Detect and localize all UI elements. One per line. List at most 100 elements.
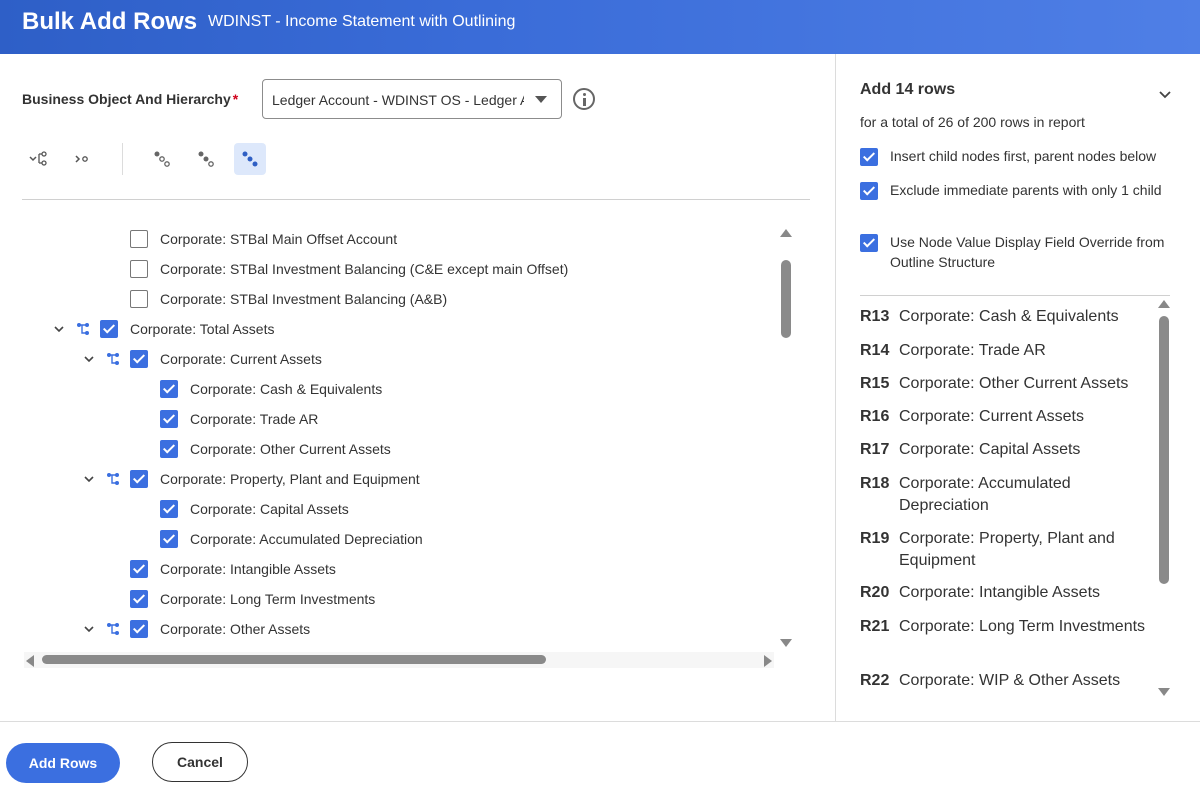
hierarchy-icon[interactable]	[106, 472, 120, 486]
rows-vertical-scrollbar[interactable]	[1156, 298, 1172, 698]
row-name: Corporate: Cash & Equivalents	[899, 308, 1119, 325]
checkbox[interactable]	[160, 530, 178, 548]
checkbox[interactable]	[130, 350, 148, 368]
checkbox[interactable]	[160, 440, 178, 458]
info-icon[interactable]	[573, 88, 595, 110]
tree-row[interactable]: Corporate: Cash & Equivalents	[22, 374, 777, 404]
checkbox[interactable]	[860, 182, 878, 200]
row-name: Corporate: Current Assets	[899, 408, 1084, 425]
business-object-label-text: Business Object And Hierarchy	[22, 91, 231, 107]
tree-vertical-scrollbar[interactable]	[778, 226, 794, 652]
tree-row[interactable]: Corporate: WIP & Other Assets	[22, 644, 777, 650]
tree-row-label: Corporate: Property, Plant and Equipment	[160, 471, 420, 487]
page-title: Bulk Add Rows	[22, 8, 198, 35]
summary-divider	[860, 295, 1170, 296]
row-name: Corporate: Trade AR	[899, 342, 1046, 359]
checkbox[interactable]	[860, 148, 878, 166]
checkbox[interactable]	[160, 410, 178, 428]
business-object-label: Business Object And Hierarchy *	[22, 91, 238, 107]
tree-row[interactable]: Corporate: STBal Investment Balancing (C…	[22, 254, 777, 284]
tree-horizontal-scrollbar[interactable]	[24, 652, 774, 668]
chevron-down-icon[interactable]	[84, 474, 94, 484]
checkbox[interactable]	[130, 560, 148, 578]
tree-row-label: Corporate: Cash & Equivalents	[190, 381, 383, 397]
checkbox[interactable]	[130, 620, 148, 638]
scroll-thumb[interactable]	[781, 260, 791, 338]
select-level-1-button[interactable]	[146, 143, 178, 175]
business-object-select[interactable]: Ledger Account - WDINST OS - Ledger A	[262, 79, 562, 119]
scroll-left-icon[interactable]	[26, 655, 34, 667]
row-number: R17	[860, 441, 890, 458]
scroll-down-icon[interactable]	[780, 639, 792, 647]
row-number: R18	[860, 475, 890, 492]
row-name: Corporate: Intangible Assets	[899, 584, 1101, 601]
row-number: R15	[860, 375, 890, 392]
row-name: Corporate: Property, Plant and Equipment	[899, 530, 1115, 569]
collapse-hierarchy-icon	[75, 155, 88, 163]
scroll-thumb[interactable]	[42, 655, 546, 664]
toolbar-separator	[122, 143, 123, 175]
row-number: R19	[860, 530, 890, 547]
chevron-down-icon[interactable]	[54, 324, 64, 334]
tree-row[interactable]: Corporate: Current Assets	[22, 344, 777, 374]
add-rows-count: Add 14 rows	[860, 81, 956, 98]
row-name: Corporate: Long Term Investments	[899, 618, 1146, 635]
chevron-down-icon[interactable]	[84, 624, 94, 634]
checkbox[interactable]	[130, 260, 148, 278]
tree-row[interactable]: Corporate: Trade AR	[22, 404, 777, 434]
tree-row[interactable]: Corporate: Property, Plant and Equipment	[22, 464, 777, 494]
summary-panel: Add 14 rows for a total of 26 of 200 row…	[835, 54, 1200, 721]
scroll-right-icon[interactable]	[764, 655, 772, 667]
tree-row-label: Corporate: Capital Assets	[190, 501, 349, 517]
tree-row[interactable]: Corporate: Total Assets	[22, 314, 777, 344]
add-rows-button[interactable]: Add Rows	[6, 743, 120, 783]
row-name: Corporate: Capital Assets	[899, 441, 1081, 458]
hierarchy-panel: Business Object And Hierarchy * Ledger Ac…	[0, 54, 835, 721]
checkbox[interactable]	[160, 380, 178, 398]
checkbox[interactable]	[860, 234, 878, 252]
expand-hierarchy-button[interactable]	[22, 143, 54, 175]
tree-row[interactable]: Corporate: Capital Assets	[22, 494, 777, 524]
select-level-2-button[interactable]	[190, 143, 222, 175]
tree-row-label: Corporate: STBal Investment Balancing (C…	[160, 261, 569, 277]
tree-row-label: Corporate: Total Assets	[130, 321, 275, 337]
cancel-button[interactable]: Cancel	[152, 742, 248, 782]
chevron-down-icon[interactable]	[1158, 88, 1172, 102]
hierarchy-icon[interactable]	[76, 322, 90, 336]
scroll-up-icon[interactable]	[780, 229, 792, 237]
tree-row[interactable]: Corporate: STBal Investment Balancing (A…	[22, 284, 777, 314]
tree-row[interactable]: Corporate: Other Assets	[22, 614, 777, 644]
tree-row[interactable]: Corporate: Accumulated Depreciation	[22, 524, 777, 554]
tree-row[interactable]: Corporate: STBal Main Offset Account	[22, 224, 777, 254]
tree-row-label: Corporate: STBal Investment Balancing (A…	[160, 291, 448, 307]
tree-row-label: Corporate: Current Assets	[160, 351, 322, 367]
tree-row[interactable]: Corporate: Long Term Investments	[22, 584, 777, 614]
tree-row[interactable]: Corporate: Intangible Assets	[22, 554, 777, 584]
checkbox[interactable]	[100, 320, 118, 338]
page-header: Bulk Add Rows WDINST - Income Statement …	[0, 0, 1200, 54]
select-level-2-icon	[198, 151, 214, 167]
row-number: R14	[860, 342, 890, 359]
row-number: R20	[860, 584, 890, 601]
checkbox[interactable]	[130, 590, 148, 608]
row-name: Corporate: WIP & Other Assets	[899, 672, 1121, 689]
scroll-thumb[interactable]	[1159, 316, 1169, 584]
hierarchy-icon[interactable]	[106, 352, 120, 366]
tree-row-label: Corporate: Intangible Assets	[160, 561, 336, 577]
chevron-down-icon[interactable]	[84, 354, 94, 364]
tree-row[interactable]: Corporate: Other Current Assets	[22, 434, 777, 464]
checkbox[interactable]	[160, 500, 178, 518]
hierarchy-icon[interactable]	[106, 622, 120, 636]
scroll-up-icon[interactable]	[1158, 300, 1170, 308]
expand-hierarchy-icon	[29, 151, 47, 166]
tree-row-label: Corporate: Other Assets	[160, 621, 311, 637]
dropdown-caret-icon	[535, 96, 547, 103]
collapse-hierarchy-button[interactable]	[66, 143, 98, 175]
tree-row-label: Corporate: Trade AR	[190, 411, 319, 427]
checkbox[interactable]	[130, 290, 148, 308]
checkbox[interactable]	[130, 470, 148, 488]
scroll-down-icon[interactable]	[1158, 688, 1170, 696]
select-level-3-button[interactable]	[234, 143, 266, 175]
checkbox[interactable]	[130, 230, 148, 248]
row-number: R13	[860, 308, 890, 325]
